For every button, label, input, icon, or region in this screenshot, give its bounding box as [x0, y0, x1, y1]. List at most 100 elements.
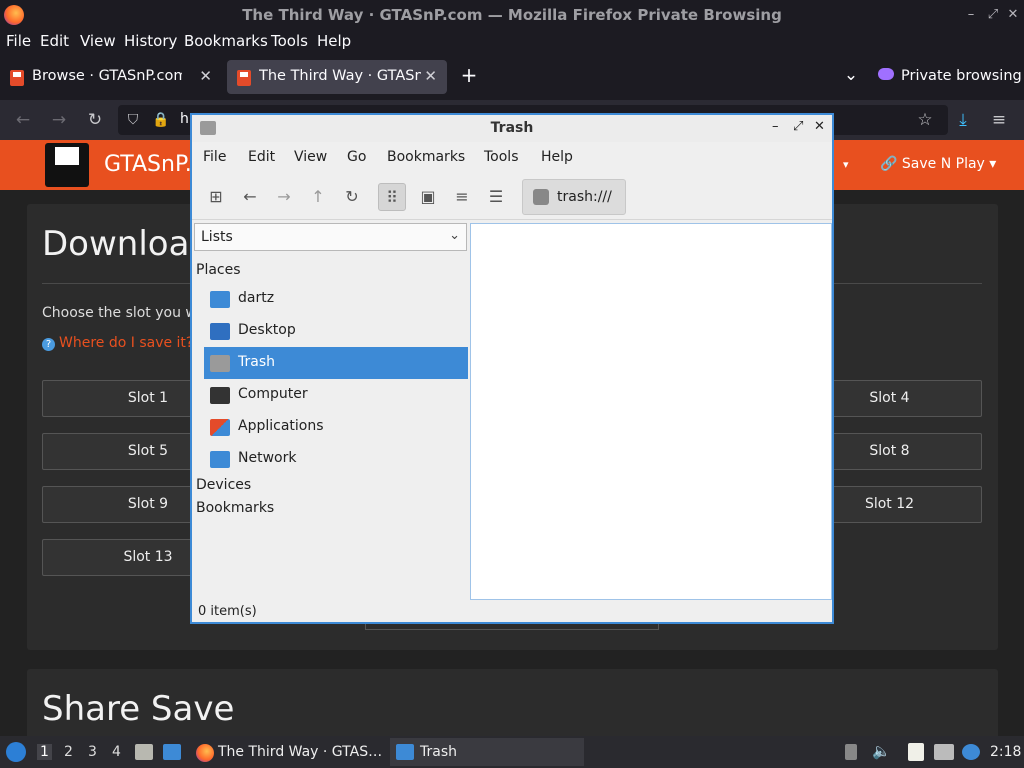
location-text: trash:/// [557, 189, 612, 205]
minimize-icon[interactable]: – [962, 6, 980, 24]
firefox-icon [196, 744, 214, 762]
menu-help[interactable]: Help [541, 149, 573, 165]
network-status-icon[interactable] [934, 744, 954, 760]
file-manager-titlebar[interactable]: Trash – ⤢ ✕ [192, 115, 832, 142]
question-icon: ? [42, 338, 55, 351]
place-label: Trash [238, 354, 275, 370]
gtasnp-favicon-icon [10, 70, 24, 86]
reload-icon[interactable]: ↻ [338, 183, 366, 211]
file-manager-launcher-icon[interactable] [135, 744, 153, 760]
desktop-icon [210, 323, 230, 340]
eject-icon[interactable] [845, 744, 857, 760]
floppy-disk-logo-icon[interactable] [45, 143, 89, 187]
save-n-play-link[interactable]: 🔗 Save N Play ▾ [880, 156, 996, 172]
menu-help[interactable]: Help [317, 32, 351, 50]
task-label: Trash [420, 744, 457, 760]
close-tab-icon[interactable]: ✕ [199, 67, 212, 85]
menu-bookmarks[interactable]: Bookmarks [184, 32, 268, 50]
computer-icon [210, 387, 230, 404]
menu-tools[interactable]: Tools [271, 32, 308, 50]
menu-history[interactable]: History [124, 32, 177, 50]
place-dartz[interactable]: dartz [204, 283, 468, 315]
menu-file[interactable]: File [203, 149, 226, 165]
clock[interactable]: 2:18 [990, 744, 1021, 760]
window-title: The Third Way · GTASnP.com — Mozilla Fir… [242, 6, 782, 24]
tab-label: The Third Way · GTASnP.c [259, 68, 421, 84]
close-icon[interactable]: ✕ [1004, 6, 1022, 24]
workspace-2[interactable]: 2 [64, 744, 73, 760]
side-pane-mode-select[interactable]: Lists ⌄ [194, 223, 467, 251]
close-tab-icon[interactable]: ✕ [424, 67, 437, 85]
downloads-icon[interactable]: ⤓ [952, 109, 974, 131]
detailed-list-view-icon[interactable]: ☰ [482, 183, 510, 211]
menu-file[interactable]: File [6, 32, 31, 50]
save-n-play-label: Save N Play [901, 156, 985, 172]
shield-icon[interactable]: ⛉ [122, 109, 144, 131]
back-icon[interactable]: ← [12, 109, 34, 131]
close-icon[interactable]: ✕ [814, 119, 825, 134]
place-label: dartz [238, 290, 275, 306]
bookmark-star-icon[interactable]: ☆ [914, 109, 936, 131]
place-label: Network [238, 450, 297, 466]
volume-icon[interactable]: 🔈 [872, 742, 891, 760]
clipboard-icon[interactable] [908, 743, 924, 761]
tab-third-way[interactable]: The Third Way · GTASnP.c ✕ [227, 60, 447, 94]
maximize-icon[interactable]: ⤢ [984, 6, 1002, 24]
section-devices[interactable]: Devices [196, 477, 251, 493]
applications-icon [210, 419, 230, 436]
menu-edit[interactable]: Edit [248, 149, 275, 165]
start-menu-icon[interactable] [6, 742, 26, 762]
place-applications[interactable]: Applications [204, 411, 468, 443]
location-button[interactable]: trash:/// [522, 179, 626, 215]
task-label: The Third Way · GTAS… [218, 744, 383, 760]
hamburger-menu-icon[interactable]: ≡ [988, 109, 1010, 131]
browser-menubar: File Edit View History Bookmarks Tools H… [0, 30, 1024, 54]
section-bookmarks[interactable]: Bookmarks [196, 500, 274, 516]
place-label: Desktop [238, 322, 296, 338]
forward-icon[interactable]: → [270, 183, 298, 211]
dropdown-caret-icon[interactable]: ▾ [843, 158, 849, 171]
workspace-3[interactable]: 3 [88, 744, 97, 760]
file-manager-window: Trash – ⤢ ✕ File Edit View Go Bookmarks … [190, 113, 834, 624]
task-firefox[interactable]: The Third Way · GTAS… [190, 738, 386, 766]
forward-icon[interactable]: → [48, 109, 70, 131]
maximize-icon[interactable]: ⤢ [793, 119, 803, 134]
file-manager-toolbar: ⊞ ← → ↑ ↻ ⠿ ▣ ≡ ☰ trash:/// [192, 172, 832, 220]
place-desktop[interactable]: Desktop [204, 315, 468, 347]
up-icon[interactable]: ↑ [304, 183, 332, 211]
desktop-launcher-icon[interactable] [163, 744, 181, 760]
icon-view-icon[interactable]: ⠿ [378, 183, 406, 211]
tab-label: Browse · GTASnP.com [32, 68, 182, 84]
menu-view[interactable]: View [80, 32, 116, 50]
thumbnail-view-icon[interactable]: ▣ [414, 183, 442, 211]
where-save-link[interactable]: ? Where do I save it? [42, 335, 193, 351]
menu-bookmarks[interactable]: Bookmarks [387, 149, 465, 165]
reload-icon[interactable]: ↻ [84, 109, 106, 131]
menu-tools[interactable]: Tools [484, 149, 519, 165]
new-tab-icon[interactable]: + [458, 64, 480, 86]
section-places[interactable]: Places [196, 262, 241, 278]
compact-view-icon[interactable]: ≡ [448, 183, 476, 211]
place-computer[interactable]: Computer [204, 379, 468, 411]
workspace-4[interactable]: 4 [112, 744, 121, 760]
tab-browse[interactable]: Browse · GTASnP.com ✕ [0, 60, 222, 94]
menu-go[interactable]: Go [347, 149, 366, 165]
notification-icon[interactable] [962, 744, 980, 760]
new-tab-icon[interactable]: ⊞ [202, 183, 230, 211]
minimize-icon[interactable]: – [772, 119, 779, 134]
browser-titlebar: The Third Way · GTASnP.com — Mozilla Fir… [0, 0, 1024, 30]
file-list-area[interactable] [470, 223, 832, 600]
back-icon[interactable]: ← [236, 183, 264, 211]
workspace-1[interactable]: 1 [37, 744, 52, 760]
chevron-down-icon: ⌄ [449, 228, 460, 243]
task-trash[interactable]: Trash [390, 738, 584, 766]
home-folder-icon [210, 291, 230, 308]
list-tabs-chevron-icon[interactable]: ⌄ [840, 64, 862, 86]
menu-edit[interactable]: Edit [40, 32, 69, 50]
place-network[interactable]: Network [204, 443, 468, 475]
side-pane-mode-value: Lists [201, 229, 233, 245]
site-name[interactable]: GTASnP.c [104, 152, 204, 177]
lock-icon[interactable]: 🔒 [150, 109, 172, 131]
place-trash[interactable]: Trash [204, 347, 468, 379]
menu-view[interactable]: View [294, 149, 327, 165]
